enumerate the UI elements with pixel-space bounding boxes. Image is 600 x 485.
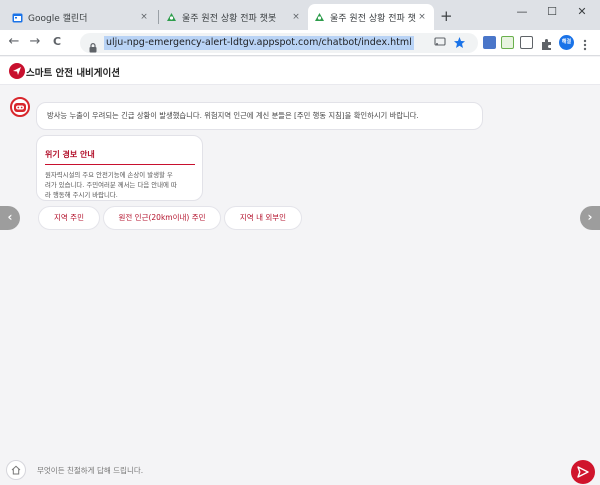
- extension-icon[interactable]: [520, 36, 533, 49]
- window-close-button[interactable]: ✕: [572, 5, 592, 18]
- carousel-next-button[interactable]: ›: [580, 206, 600, 230]
- puzzle-icon[interactable]: [540, 36, 553, 50]
- card-body-line: 라 행동해 주시기 바랍니다.: [45, 191, 118, 199]
- quick-reply-visitor[interactable]: 지역 내 외부인: [224, 206, 302, 230]
- tab-chatbot-active[interactable]: 울주 원전 상황 전파 챗봇 ×: [308, 4, 434, 30]
- back-button[interactable]: ←: [6, 35, 22, 49]
- send-button[interactable]: [571, 460, 595, 484]
- chat-input-bar: [0, 447, 600, 485]
- card-title: 위기 경보 안내: [45, 150, 95, 159]
- page-title: 스마트 안전 내비게이션: [26, 68, 121, 79]
- extension-icon[interactable]: [501, 36, 514, 49]
- tab-title: Google 캘린더: [28, 13, 88, 24]
- reload-button[interactable]: C: [49, 35, 65, 49]
- bookmark-star-icon[interactable]: [453, 36, 466, 52]
- app-logo-icon: [9, 63, 25, 79]
- alert-card: 위기 경보 안내 원자력시설의 주요 안전기능에 손상이 발생할 우 려가 있습…: [36, 135, 203, 201]
- tab-chatbot[interactable]: 울주 원전 상황 전파 챗봇 ×: [160, 4, 308, 30]
- card-body-line: 원자력시설의 주요 안전기능에 손상이 발생할 우: [45, 171, 173, 179]
- tab-close-icon[interactable]: ×: [416, 12, 428, 22]
- bot-avatar: [10, 97, 30, 117]
- message-input[interactable]: [33, 460, 563, 480]
- address-bar[interactable]: ulju-npg-emergency-alert-ldtgv.appspot.c…: [80, 33, 478, 53]
- lock-icon: [89, 38, 97, 57]
- profile-avatar[interactable]: 해결: [559, 35, 574, 50]
- more-menu-icon[interactable]: [583, 36, 591, 51]
- bot-message: 방사능 누출이 우려되는 긴급 상황이 발생했습니다. 위험지역 인근에 계신 …: [36, 102, 483, 130]
- maximize-button[interactable]: ☐: [542, 5, 562, 18]
- tab-google-calendar[interactable]: Google 캘린더 ×: [6, 4, 156, 30]
- quick-reply-nearby-resident[interactable]: 원전 인근(20km이내) 주민: [103, 206, 221, 230]
- url-text[interactable]: ulju-npg-emergency-alert-ldtgv.appspot.c…: [104, 36, 414, 50]
- minimize-button[interactable]: —: [512, 5, 532, 18]
- browser-toolbar: ← → C ulju-npg-emergency-alert-ldtgv.app…: [0, 30, 600, 56]
- extension-icon[interactable]: [483, 36, 496, 49]
- forward-button[interactable]: →: [27, 35, 43, 49]
- robot-icon: [14, 103, 26, 112]
- tab-close-icon[interactable]: ×: [138, 12, 150, 22]
- tab-close-icon[interactable]: ×: [290, 12, 302, 22]
- tab-divider: [158, 10, 159, 24]
- card-body-line: 려가 있습니다. 주민여러분 께서는 다음 안내에 따: [45, 181, 177, 189]
- cast-icon[interactable]: [434, 36, 446, 51]
- card-body: 원자력시설의 주요 안전기능에 손상이 발생할 우 려가 있습니다. 주민여러분…: [45, 170, 194, 200]
- robot-icon: [314, 12, 325, 23]
- send-icon: [577, 466, 589, 478]
- quick-reply-local-resident[interactable]: 지역 주민: [38, 206, 100, 230]
- tab-title: 울주 원전 상황 전파 챗봇: [182, 13, 277, 24]
- robot-icon: [166, 12, 177, 23]
- carousel-prev-button[interactable]: ‹: [0, 206, 20, 230]
- calendar-icon: [12, 12, 23, 23]
- browser-tabstrip: Google 캘린더 × 울주 원전 상황 전파 챗봇 × 울주 원전 상황 전…: [0, 0, 600, 30]
- home-icon: [11, 465, 21, 475]
- card-divider: [45, 164, 195, 165]
- home-button[interactable]: [6, 460, 26, 480]
- new-tab-button[interactable]: +: [440, 7, 453, 25]
- tab-title: 울주 원전 상황 전파 챗봇: [330, 13, 416, 24]
- app-header: 스마트 안전 내비게이션: [0, 57, 600, 85]
